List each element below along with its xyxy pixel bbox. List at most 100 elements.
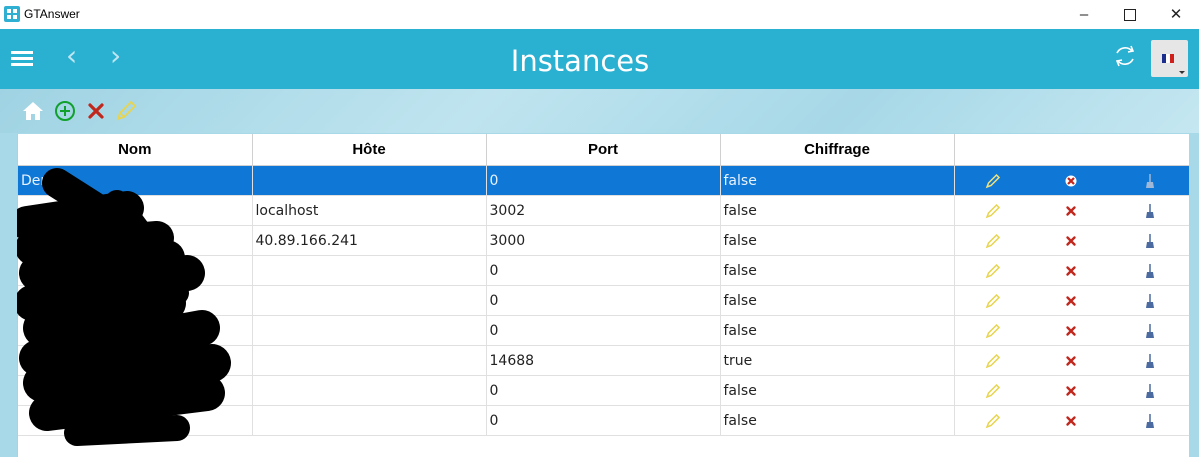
delete-row-button[interactable]	[1032, 195, 1110, 226]
broom-icon	[1145, 353, 1154, 368]
table-row[interactable]: 0 false	[18, 255, 1190, 286]
cell-hote	[252, 375, 487, 406]
delete-row-button[interactable]	[1032, 225, 1110, 256]
edit-icon	[985, 263, 1001, 278]
clean-row-button[interactable]	[1110, 315, 1190, 346]
clean-row-button[interactable]	[1110, 165, 1190, 196]
edit-icon	[985, 203, 1001, 218]
delete-icon	[1066, 265, 1076, 276]
clean-row-button[interactable]	[1110, 345, 1190, 376]
cell-chiffrage: true	[720, 345, 955, 376]
cell-chiffrage: false	[720, 225, 955, 256]
edit-row-button[interactable]	[954, 255, 1032, 286]
cell-hote	[252, 405, 487, 436]
table-row[interactable]: 0 false	[18, 285, 1190, 316]
delete-row-button[interactable]	[1032, 345, 1110, 376]
cell-port: 3002	[486, 195, 721, 226]
delete-row-button[interactable]	[1032, 315, 1110, 346]
toolbar	[0, 89, 1199, 133]
cell-nom	[18, 255, 253, 286]
edit-row-button[interactable]	[954, 225, 1032, 256]
cell-port: 0	[486, 165, 721, 196]
app-icon	[4, 6, 20, 22]
delete-icon	[1066, 205, 1076, 216]
delete-row-button[interactable]	[1032, 405, 1110, 436]
delete-icon	[1066, 325, 1076, 336]
refresh-icon[interactable]	[1112, 43, 1138, 69]
table-row[interactable]: 14688 true	[18, 345, 1190, 376]
cell-nom: Demo	[18, 165, 253, 196]
clean-row-button[interactable]	[1110, 225, 1190, 256]
table-row[interactable]: Demo 0 false	[18, 165, 1190, 196]
delete-row-button[interactable]	[1032, 285, 1110, 316]
cell-chiffrage: false	[720, 285, 955, 316]
edit-row-button[interactable]	[954, 345, 1032, 376]
table-row[interactable]: 0 false	[18, 315, 1190, 346]
column-header-chiffrage[interactable]: Chiffrage	[720, 134, 955, 166]
delete-icon	[1065, 175, 1077, 186]
cell-chiffrage: false	[720, 165, 955, 196]
cell-port: 0	[486, 255, 721, 286]
add-icon[interactable]	[54, 100, 76, 122]
delete-row-button[interactable]	[1032, 255, 1110, 286]
edit-icon	[985, 293, 1001, 308]
broom-icon	[1145, 413, 1154, 428]
edit-icon	[985, 323, 1001, 338]
edit-row-button[interactable]	[954, 285, 1032, 316]
close-button[interactable]: ✕	[1153, 0, 1199, 29]
cell-chiffrage: false	[720, 315, 955, 346]
cell-hote	[252, 255, 487, 286]
edit-row-button[interactable]	[954, 165, 1032, 196]
delete-icon	[1066, 385, 1076, 396]
delete-icon[interactable]	[85, 100, 107, 122]
cell-port: 0	[486, 375, 721, 406]
table-row[interactable]: 40.89.166.241 3000 false	[18, 225, 1190, 256]
edit-row-button[interactable]	[954, 315, 1032, 346]
cell-chiffrage: false	[720, 405, 955, 436]
edit-row-button[interactable]	[954, 195, 1032, 226]
cell-nom	[18, 225, 253, 256]
maximize-icon	[1124, 9, 1136, 22]
clean-row-button[interactable]	[1110, 375, 1190, 406]
clean-row-button[interactable]	[1110, 255, 1190, 286]
home-icon[interactable]	[22, 100, 44, 122]
language-button[interactable]	[1151, 40, 1188, 77]
column-header-actions	[954, 134, 1190, 166]
clean-row-button[interactable]	[1110, 195, 1190, 226]
cell-hote	[252, 345, 487, 376]
cell-nom	[18, 405, 253, 436]
title-bar: GTAnswer – ✕	[0, 0, 1199, 29]
cell-hote: localhost	[252, 195, 487, 226]
cell-nom	[18, 195, 253, 226]
cell-nom	[18, 285, 253, 316]
cell-port: 0	[486, 315, 721, 346]
column-header-nom[interactable]: Nom	[18, 134, 253, 166]
table-row[interactable]: 0 false	[18, 375, 1190, 406]
minimize-button[interactable]: –	[1061, 0, 1107, 29]
cell-port: 0	[486, 405, 721, 436]
delete-row-button[interactable]	[1032, 165, 1110, 196]
column-header-port[interactable]: Port	[486, 134, 721, 166]
cell-port: 14688	[486, 345, 721, 376]
cell-hote: 40.89.166.241	[252, 225, 487, 256]
edit-icon	[985, 173, 1001, 188]
edit-icon	[985, 233, 1001, 248]
table-row[interactable]: localhost 3002 false	[18, 195, 1190, 226]
table-row[interactable]: 0 false	[18, 405, 1190, 436]
edit-row-button[interactable]	[954, 405, 1032, 436]
maximize-button[interactable]	[1107, 0, 1153, 29]
edit-icon	[985, 383, 1001, 398]
cell-nom	[18, 315, 253, 346]
column-header-hote[interactable]: Hôte	[252, 134, 487, 166]
clean-row-button[interactable]	[1110, 405, 1190, 436]
clean-row-button[interactable]	[1110, 285, 1190, 316]
delete-icon	[1066, 295, 1076, 306]
broom-icon	[1145, 383, 1154, 398]
delete-row-button[interactable]	[1032, 375, 1110, 406]
cell-nom	[18, 375, 253, 406]
cell-nom	[18, 345, 253, 376]
cell-hote	[252, 285, 487, 316]
cell-port: 3000	[486, 225, 721, 256]
edit-icon[interactable]	[115, 100, 137, 122]
edit-row-button[interactable]	[954, 375, 1032, 406]
